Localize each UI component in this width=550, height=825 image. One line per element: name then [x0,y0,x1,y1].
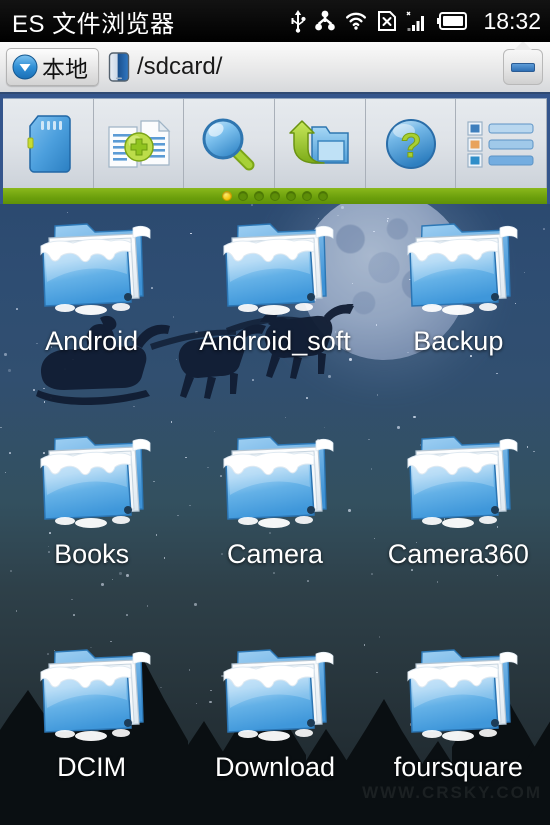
folder-icon-wrap [212,638,337,746]
file-item-label: Download [214,752,336,782]
file-item-label: Android [45,326,139,356]
path-text: /sdcard/ [137,53,223,80]
collapse-icon [511,62,535,72]
path-bar[interactable]: /sdcard/ [108,42,503,92]
chevron-down-circle-icon [12,54,38,80]
status-bar: ES 文件浏览器 18:32 [0,0,550,42]
battery-icon [437,12,468,30]
folder-icon-wrap [396,638,521,746]
folder-icon [223,436,334,528]
sdcard-icon [27,114,71,173]
sim-missing-icon [378,11,397,31]
file-item[interactable]: Android [0,212,183,425]
file-item-label: DCIM [57,752,127,782]
app-title: ES 文件浏览器 [12,10,175,38]
file-item[interactable]: Backup [367,212,550,425]
address-bar: 本地 /sdcard/ [0,41,550,94]
folder-icon-wrap [396,212,521,320]
collapse-button[interactable] [503,41,543,85]
folder-icon-wrap [212,212,337,320]
toolbar: ? [0,94,550,204]
page-dot[interactable] [286,191,296,201]
device-screen: WWW.CRSKY.COM Android Android_soft Backu… [0,0,550,825]
file-item-label: foursquare [393,752,523,782]
folder-icon [40,436,151,528]
page-dot[interactable] [222,191,232,201]
folder-icon [223,649,334,741]
file-item-label: Camera360 [387,539,529,569]
file-item-label: Camera [226,539,323,569]
folder-icon-wrap [212,425,337,533]
toolbar-page-indicator[interactable] [3,188,547,204]
folder-icon-wrap [29,425,154,533]
adb-icon [315,10,336,31]
usb-icon [291,10,307,33]
folder-icon [407,649,518,741]
location-dropdown-label: 本地 [42,56,88,82]
folder-icon [40,649,151,741]
folder-icon [40,223,151,315]
page-dot[interactable] [254,191,264,201]
help-icon: ? [385,118,436,169]
file-item[interactable]: DCIM [0,638,183,825]
folder-icon-wrap [29,638,154,746]
up-folder-icon [289,119,349,164]
clock: 18:32 [483,7,541,34]
folder-icon-wrap [396,425,521,533]
folder-icon [407,223,518,315]
file-item[interactable]: Android_soft [183,212,366,425]
new-file-icon [107,119,170,168]
page-dot[interactable] [238,191,248,201]
file-item-label: Android_soft [199,326,351,356]
signal-icon [406,11,425,31]
status-icons: 18:32 [290,8,541,35]
wifi-icon [346,12,367,30]
device-icon [108,52,130,82]
page-dot[interactable] [318,191,328,201]
page-dot[interactable] [270,191,280,201]
folder-icon-wrap [29,212,154,320]
file-item[interactable]: Camera [183,425,366,638]
file-item[interactable]: Camera360 [367,425,550,638]
file-item[interactable]: Books [0,425,183,638]
page-dot[interactable] [302,191,312,201]
folder-icon [223,223,334,315]
list-view-icon [467,120,534,168]
svg-text:?: ? [400,127,421,165]
file-item[interactable]: foursquare [367,638,550,825]
file-item-label: Books [54,539,130,569]
file-item[interactable]: Download [183,638,366,825]
file-item-label: Backup [413,326,504,356]
location-dropdown-button[interactable]: 本地 [6,48,99,86]
folder-icon [407,436,518,528]
file-grid: Android Android_soft Backup Books Camera… [0,204,550,825]
search-icon [202,118,255,170]
